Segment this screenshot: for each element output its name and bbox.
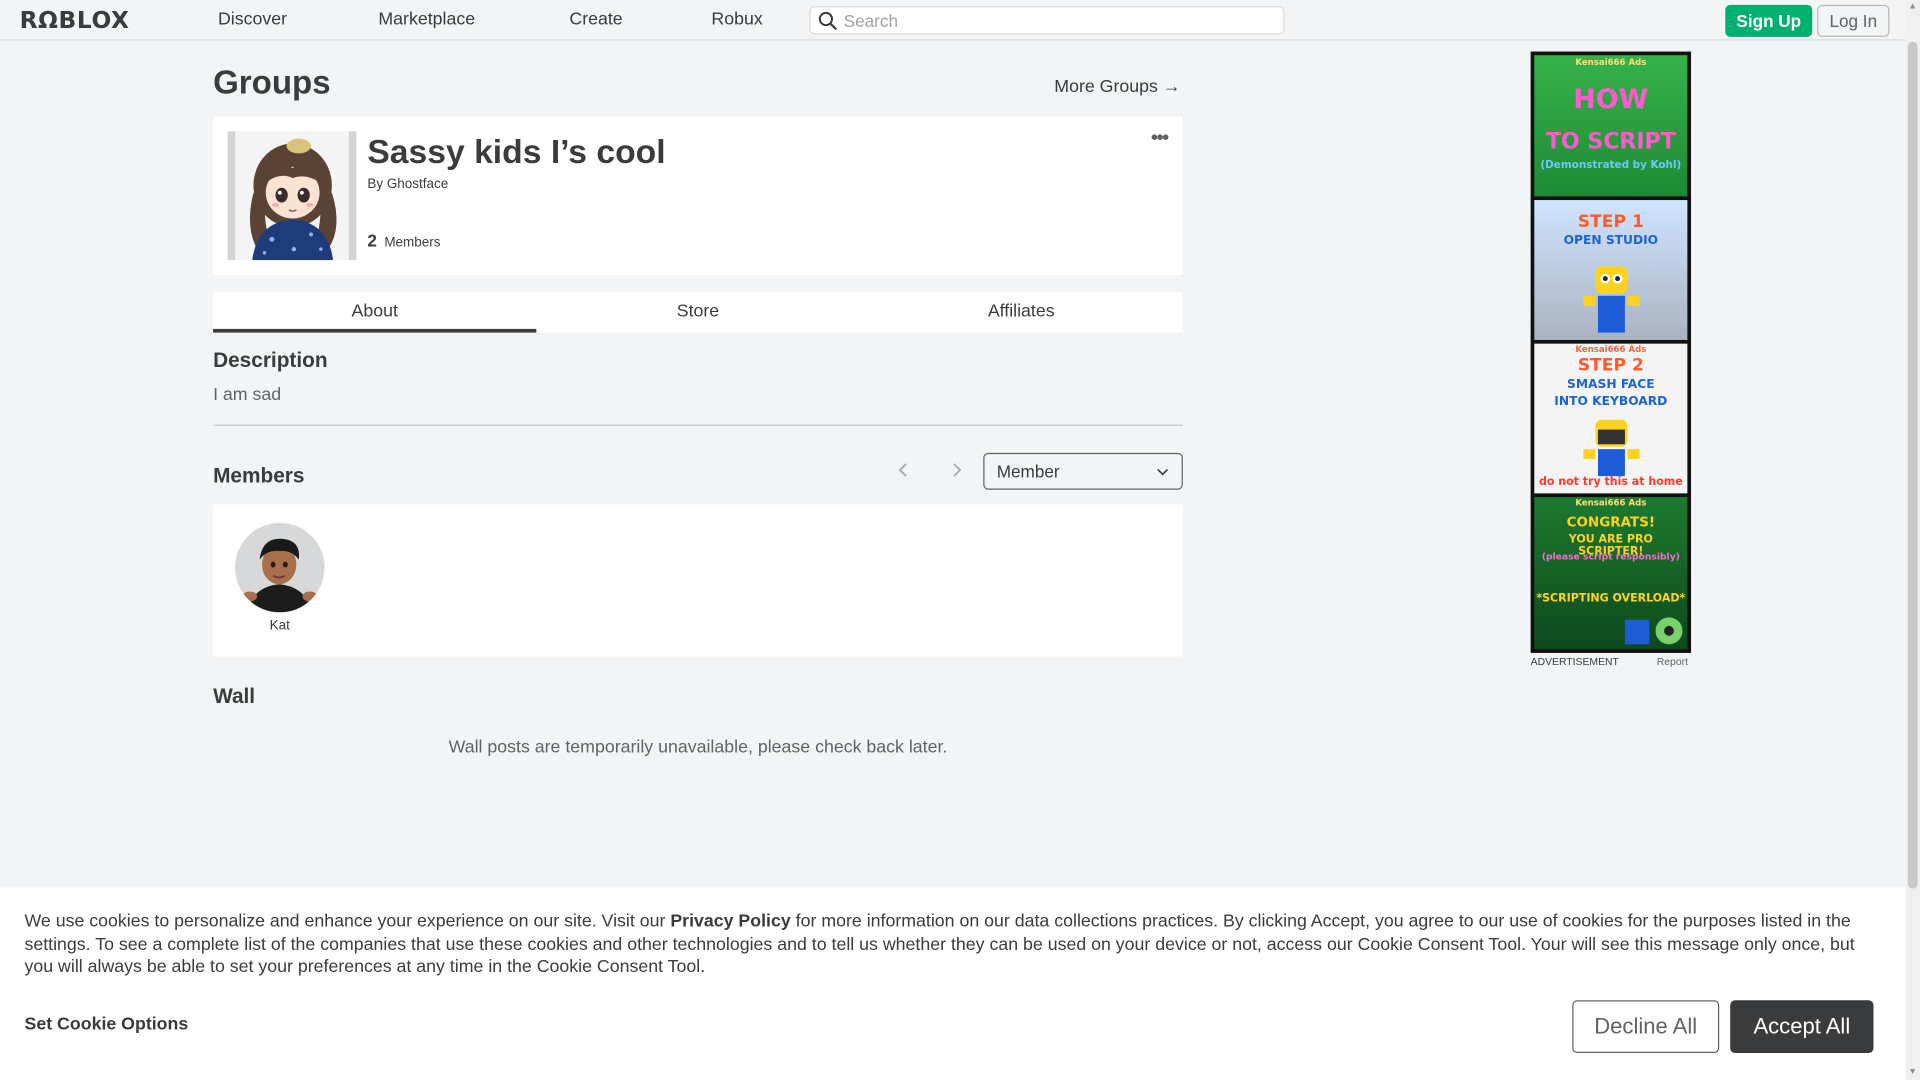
decline-all-button[interactable]: Decline All: [1572, 1000, 1720, 1054]
ad-tag: Kensai666 Ads: [1575, 344, 1647, 355]
group-emblem-image: [227, 131, 357, 261]
tab-about[interactable]: About: [213, 292, 537, 333]
scroll-up-arrow-icon[interactable]: ▲: [1908, 2, 1918, 12]
scrollbar-thumb[interactable]: [1907, 41, 1918, 889]
more-dots-icon[interactable]: •••: [1151, 128, 1169, 150]
group-header-card: Sassy kids I’s cool By Ghostface 2 Membe…: [213, 116, 1183, 275]
ad-panel-how-to-script: Kensai666 Ads HOW TO SCRIPT (Demonstrate…: [1534, 55, 1688, 197]
role-dropdown-value: Member: [996, 461, 1060, 482]
report-ad-link[interactable]: Report: [1657, 655, 1688, 667]
member-count-value: 2: [367, 230, 377, 251]
advertisement-label: ADVERTISEMENT: [1530, 655, 1619, 668]
nav-robux[interactable]: Robux: [711, 10, 762, 30]
accept-all-button[interactable]: Accept All: [1730, 1000, 1874, 1054]
roblox-logo[interactable]: RΩBLOX: [20, 7, 130, 34]
group-owner-link[interactable]: Ghostface: [387, 177, 448, 192]
page-scrollbar[interactable]: ▲ ▼: [1905, 0, 1920, 1080]
nav-discover[interactable]: Discover: [218, 10, 287, 30]
avatar-illustration: [235, 522, 325, 613]
search-box[interactable]: [809, 6, 1285, 35]
group-tabs: About Store Affiliates: [213, 292, 1183, 333]
page-title: Groups: [213, 63, 331, 101]
section-divider: [213, 424, 1183, 426]
nav-create[interactable]: Create: [569, 10, 622, 30]
ad-text: OPEN STUDIO: [1563, 234, 1659, 248]
description-heading: Description: [213, 348, 328, 372]
ad-text: STEP 2: [1577, 355, 1644, 376]
ad-text: *SCRIPTING OVERLOAD*: [1536, 592, 1686, 606]
scroll-down-arrow-icon[interactable]: ▼: [1908, 1068, 1918, 1078]
cookie-consent-text: We use cookies to personalize and enhanc…: [24, 911, 1885, 979]
ad-text: (please script responsibly): [1541, 551, 1680, 563]
ad-text: CONGRATS!: [1566, 514, 1656, 531]
ad-panel-congrats: Kensai666 Ads CONGRATS! YOU ARE PRO SCRI…: [1534, 497, 1688, 650]
member-count-label: Members: [384, 235, 441, 251]
role-dropdown[interactable]: Member: [983, 452, 1183, 490]
privacy-policy-link[interactable]: Privacy Policy: [670, 912, 790, 932]
ad-text: STEP 1: [1577, 212, 1644, 232]
cookie-consent-banner: We use cookies to personalize and enhanc…: [0, 887, 1906, 1080]
member-avatar[interactable]: [235, 522, 325, 613]
advertisement-banner[interactable]: Kensai666 Ads HOW TO SCRIPT (Demonstrate…: [1530, 51, 1692, 653]
ad-text: INTO KEYBOARD: [1554, 395, 1668, 409]
character-icon: [1624, 617, 1683, 645]
character-icon: [1583, 266, 1640, 333]
ad-panel-step-1: STEP 1 OPEN STUDIO: [1534, 200, 1688, 340]
group-emblem-illustration: [235, 131, 349, 261]
tab-store[interactable]: Store: [536, 292, 859, 333]
member-name[interactable]: Kat: [235, 619, 324, 634]
more-groups-link[interactable]: More Groups →: [1054, 77, 1180, 97]
ad-text: do not try this at home: [1538, 476, 1683, 489]
group-owner-line: By Ghostface: [367, 177, 448, 192]
ad-text: HOW: [1573, 84, 1649, 116]
wall-heading: Wall: [213, 684, 256, 709]
chevron-down-icon: [1157, 468, 1169, 476]
top-navigation-bar: RΩBLOX Discover Marketplace Create Robux…: [0, 0, 1920, 41]
search-input[interactable]: [843, 9, 1273, 32]
ad-panel-step-2: Kensai666 Ads STEP 2 SMASH FACE INTO KEY…: [1534, 343, 1688, 494]
log-in-button[interactable]: Log In: [1817, 4, 1890, 37]
group-owner-prefix: By: [367, 176, 384, 192]
ad-text: (Demonstrated by Kohl): [1540, 159, 1682, 172]
sign-up-button[interactable]: Sign Up: [1725, 4, 1813, 37]
ad-tag: Kensai666 Ads: [1575, 57, 1647, 68]
description-text: I am sad: [213, 385, 282, 406]
set-cookie-options-link[interactable]: Set Cookie Options: [24, 1015, 188, 1035]
cookie-text-part: We use cookies to personalize and enhanc…: [24, 911, 671, 932]
search-icon: [818, 11, 837, 30]
group-member-count: 2 Members: [367, 231, 440, 251]
ad-text: SMASH FACE: [1567, 378, 1655, 392]
members-heading: Members: [213, 463, 305, 488]
wall-unavailable-message: Wall posts are temporarily unavailable, …: [448, 737, 948, 758]
ad-tag: Kensai666 Ads: [1575, 498, 1647, 509]
chevron-right-icon[interactable]: [950, 461, 962, 478]
character-icon: [1583, 419, 1640, 477]
members-list: Kat: [213, 504, 1183, 657]
nav-marketplace[interactable]: Marketplace: [378, 10, 475, 30]
ad-text: TO SCRIPT: [1545, 128, 1676, 155]
chevron-left-icon[interactable]: [898, 461, 910, 478]
group-name: Sassy kids I’s cool: [367, 132, 666, 171]
tab-affiliates[interactable]: Affiliates: [860, 292, 1183, 333]
